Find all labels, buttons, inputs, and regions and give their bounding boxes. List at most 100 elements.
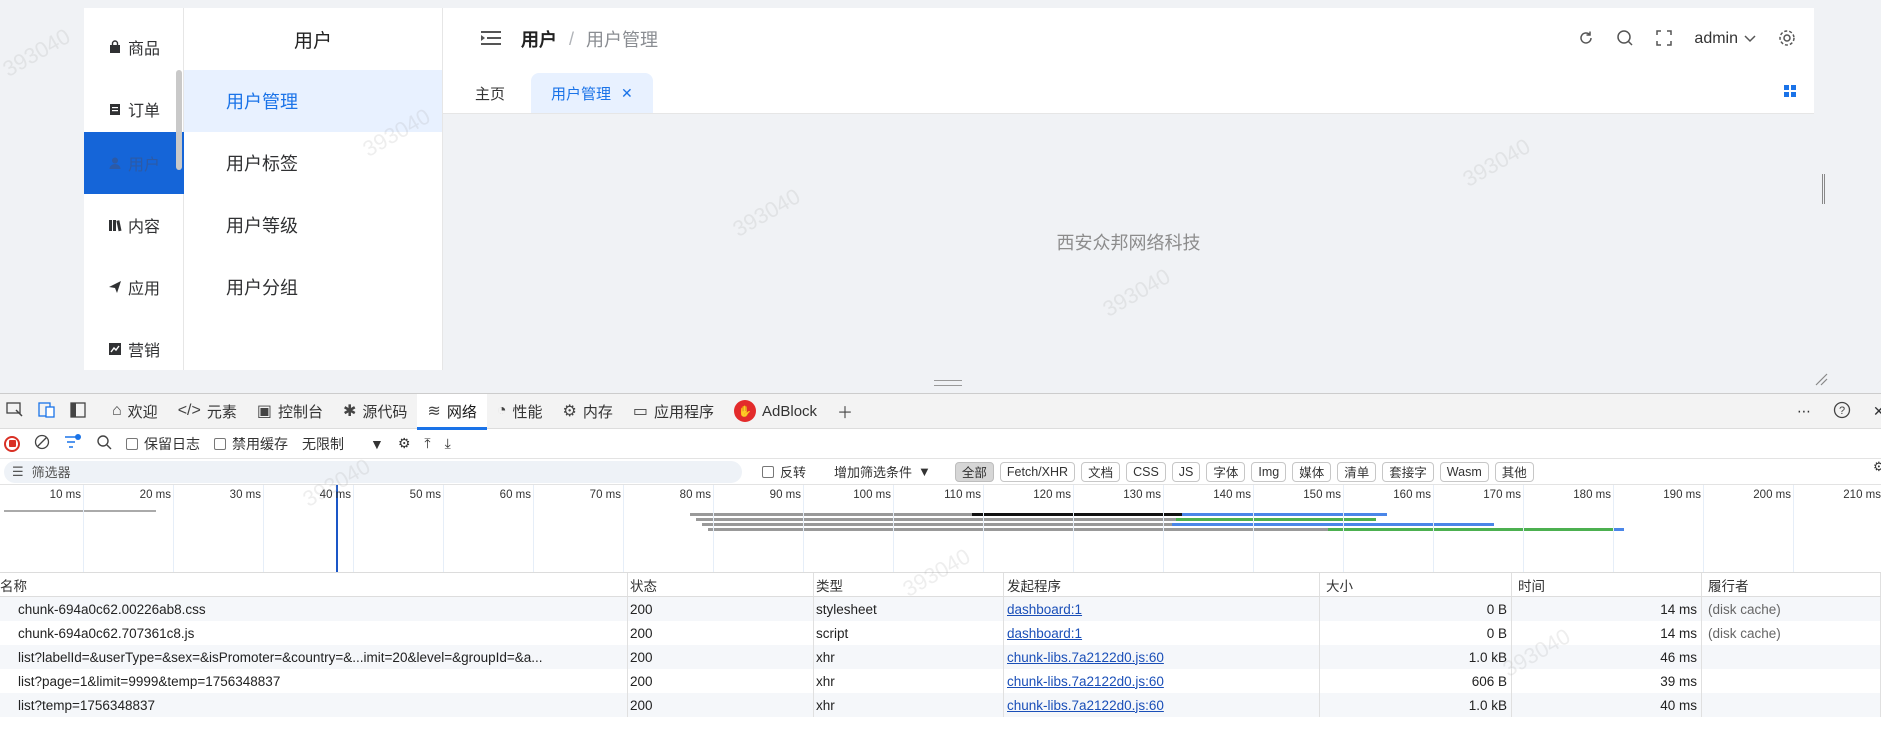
chip-fetch-xhr[interactable]: Fetch/XHR [999, 461, 1076, 482]
filter-toggle-icon[interactable] [64, 434, 82, 453]
submenu-title: 用户 [293, 30, 332, 52]
triangle-down-icon: ▼ [370, 435, 384, 452]
tab-home[interactable]: 主页 [455, 73, 525, 113]
rail-item-goods[interactable]: 商品 [84, 16, 184, 78]
throttle-select[interactable]: 无限制 ▼ [302, 434, 384, 454]
chip-font[interactable]: 字体 [1206, 461, 1246, 482]
more-filters-dropdown[interactable]: 增加筛选条件 ▼ [834, 462, 931, 481]
chip-socket[interactable]: 套接字 [1382, 461, 1434, 482]
tab-sources[interactable]: ✱ 源代码 [333, 394, 417, 429]
tab-console[interactable]: ▣ 控制台 [247, 394, 333, 429]
network-conditions-icon[interactable]: ⚙ [398, 435, 411, 452]
column-type[interactable]: 类型 [814, 573, 1004, 596]
chip-all[interactable]: 全部 [954, 461, 994, 482]
grid-menu-icon[interactable] [1784, 84, 1796, 97]
user-dropdown[interactable]: admin [1694, 30, 1756, 48]
tab-welcome[interactable]: ⌂ 欢迎 [102, 394, 168, 429]
chip-js[interactable]: JS [1171, 461, 1201, 482]
submenu-item-user-levels[interactable]: 用户等级 [184, 194, 442, 256]
rail-item-orders[interactable]: 订单 [84, 78, 184, 140]
column-size[interactable]: 大小 [1320, 573, 1512, 596]
rail-item-content[interactable]: 内容 [84, 194, 184, 256]
column-name[interactable]: 名称 [0, 573, 628, 596]
bug-icon: ✱ [342, 403, 357, 420]
resize-corner-icon[interactable] [1814, 372, 1828, 386]
initiator-link[interactable]: dashboard:1 [1007, 626, 1082, 641]
rail-item-apps[interactable]: 应用 [84, 256, 184, 318]
close-devtools-icon[interactable]: ✕ [1873, 403, 1881, 420]
rail-item-marketing[interactable]: 营销 [84, 318, 184, 370]
help-icon[interactable]: ? [1833, 401, 1851, 422]
cell-type: xhr [814, 645, 1004, 669]
chip-manifest[interactable]: 清单 [1337, 461, 1377, 482]
disable-cache-checkbox[interactable]: 禁用缓存 [214, 434, 288, 454]
tab-application[interactable]: ▭ 应用程序 [623, 394, 724, 429]
filter-input[interactable]: ☰ 筛选器 [4, 460, 742, 483]
gear-icon[interactable] [1778, 29, 1796, 50]
initiator-link[interactable]: chunk-libs.7a2122d0.js:60 [1007, 674, 1164, 689]
table-row[interactable]: chunk-694a0c62.00226ab8.css 200 styleshe… [0, 597, 1881, 621]
menu-fold-icon[interactable] [481, 30, 501, 49]
submenu-item-user-groups[interactable]: 用户分组 [184, 256, 442, 318]
timeline-gridline [533, 485, 534, 572]
page-scroll-handle[interactable] [1822, 174, 1825, 204]
cell-status: 200 [628, 621, 814, 645]
timeline-bar [1176, 518, 1376, 521]
rail-scrollbar[interactable] [176, 70, 182, 170]
dock-side-icon[interactable] [70, 401, 86, 421]
network-overview-timeline[interactable]: 10 ms 20 ms 30 ms 40 ms 50 ms 60 ms 70 ms 80 ms… [0, 485, 1881, 573]
refresh-icon[interactable] [1578, 30, 1594, 49]
rail-item-users[interactable]: 用户 [84, 132, 184, 194]
table-row[interactable]: chunk-694a0c62.707361c8.js 200 script da… [0, 621, 1881, 645]
chip-doc[interactable]: 文档 [1081, 461, 1121, 482]
close-icon[interactable]: ✕ [621, 85, 633, 102]
tab-elements[interactable]: </> 元素 [168, 394, 247, 429]
preserve-log-checkbox[interactable]: 保留日志 [126, 434, 200, 454]
tab-performance[interactable]: ◔ 性能 [487, 394, 553, 429]
search-icon[interactable] [96, 434, 112, 453]
breadcrumb-parent[interactable]: 用户 [521, 26, 557, 52]
column-status[interactable]: 状态 [628, 573, 814, 596]
column-fulfilled-by[interactable]: 履行者 [1702, 573, 1881, 596]
chip-css[interactable]: CSS [1126, 461, 1166, 482]
invert-checkbox[interactable]: 反转 [762, 462, 806, 481]
table-row[interactable]: list?labelId=&userType=&sex=&isPromoter=… [0, 645, 1881, 669]
chip-media[interactable]: 媒体 [1292, 461, 1332, 482]
column-initiator[interactable]: 发起程序 [1004, 573, 1320, 596]
clear-icon[interactable] [34, 434, 50, 453]
rail-item-label: 内容 [127, 219, 160, 236]
table-row[interactable]: list?temp=1756348837 200 xhr chunk-libs.… [0, 693, 1881, 717]
chip-other[interactable]: 其他 [1494, 461, 1534, 482]
timeline-bar [1172, 523, 1494, 526]
chip-img[interactable]: Img [1251, 461, 1287, 482]
device-toolbar-icon[interactable] [38, 401, 56, 421]
record-button[interactable] [4, 435, 20, 452]
tab-network[interactable]: ≋ 网络 [417, 393, 488, 430]
tab-label: 控制台 [277, 403, 323, 421]
table-row[interactable]: list?page=1&limit=9999&temp=1756348837 2… [0, 669, 1881, 693]
submenu-item-user-tags[interactable]: 用户标签 [184, 132, 442, 194]
tab-user-management[interactable]: 用户管理 ✕ [531, 73, 653, 113]
console-icon: ▣ [256, 403, 272, 420]
column-time[interactable]: 时间 [1512, 573, 1702, 596]
tab-adblock[interactable]: ✋ AdBlock [724, 394, 827, 429]
upload-icon[interactable]: ⤒ [424, 435, 430, 452]
tab-memory[interactable]: ⚙ 内存 [553, 394, 623, 429]
filterbar-gear-icon[interactable]: ⚙ [1873, 459, 1881, 475]
timeline-tick-label: 70 ms [589, 489, 621, 501]
chip-wasm[interactable]: Wasm [1439, 461, 1489, 482]
timeline-gridline [983, 485, 984, 572]
browser-viewport: 商品 订单 用户 内容 应用 营销 用户 用户管理 用户标签 用户等级 用户分组… [0, 0, 1881, 735]
inspect-element-icon[interactable] [6, 401, 24, 421]
fullscreen-icon[interactable] [1656, 29, 1673, 49]
initiator-link[interactable]: chunk-libs.7a2122d0.js:60 [1007, 698, 1164, 713]
devtools-resize-grip[interactable] [934, 380, 962, 386]
more-options-icon[interactable]: ⋯ [1797, 403, 1811, 420]
search-icon[interactable] [1616, 29, 1634, 50]
company-text: 西安众邦网络科技 [1056, 233, 1201, 253]
submenu-item-user-management[interactable]: 用户管理 [184, 70, 442, 132]
initiator-link[interactable]: dashboard:1 [1007, 602, 1082, 617]
initiator-link[interactable]: chunk-libs.7a2122d0.js:60 [1007, 650, 1164, 665]
add-tab-button[interactable]: ＋ [827, 394, 863, 429]
download-icon[interactable]: ⤓ [445, 435, 451, 452]
